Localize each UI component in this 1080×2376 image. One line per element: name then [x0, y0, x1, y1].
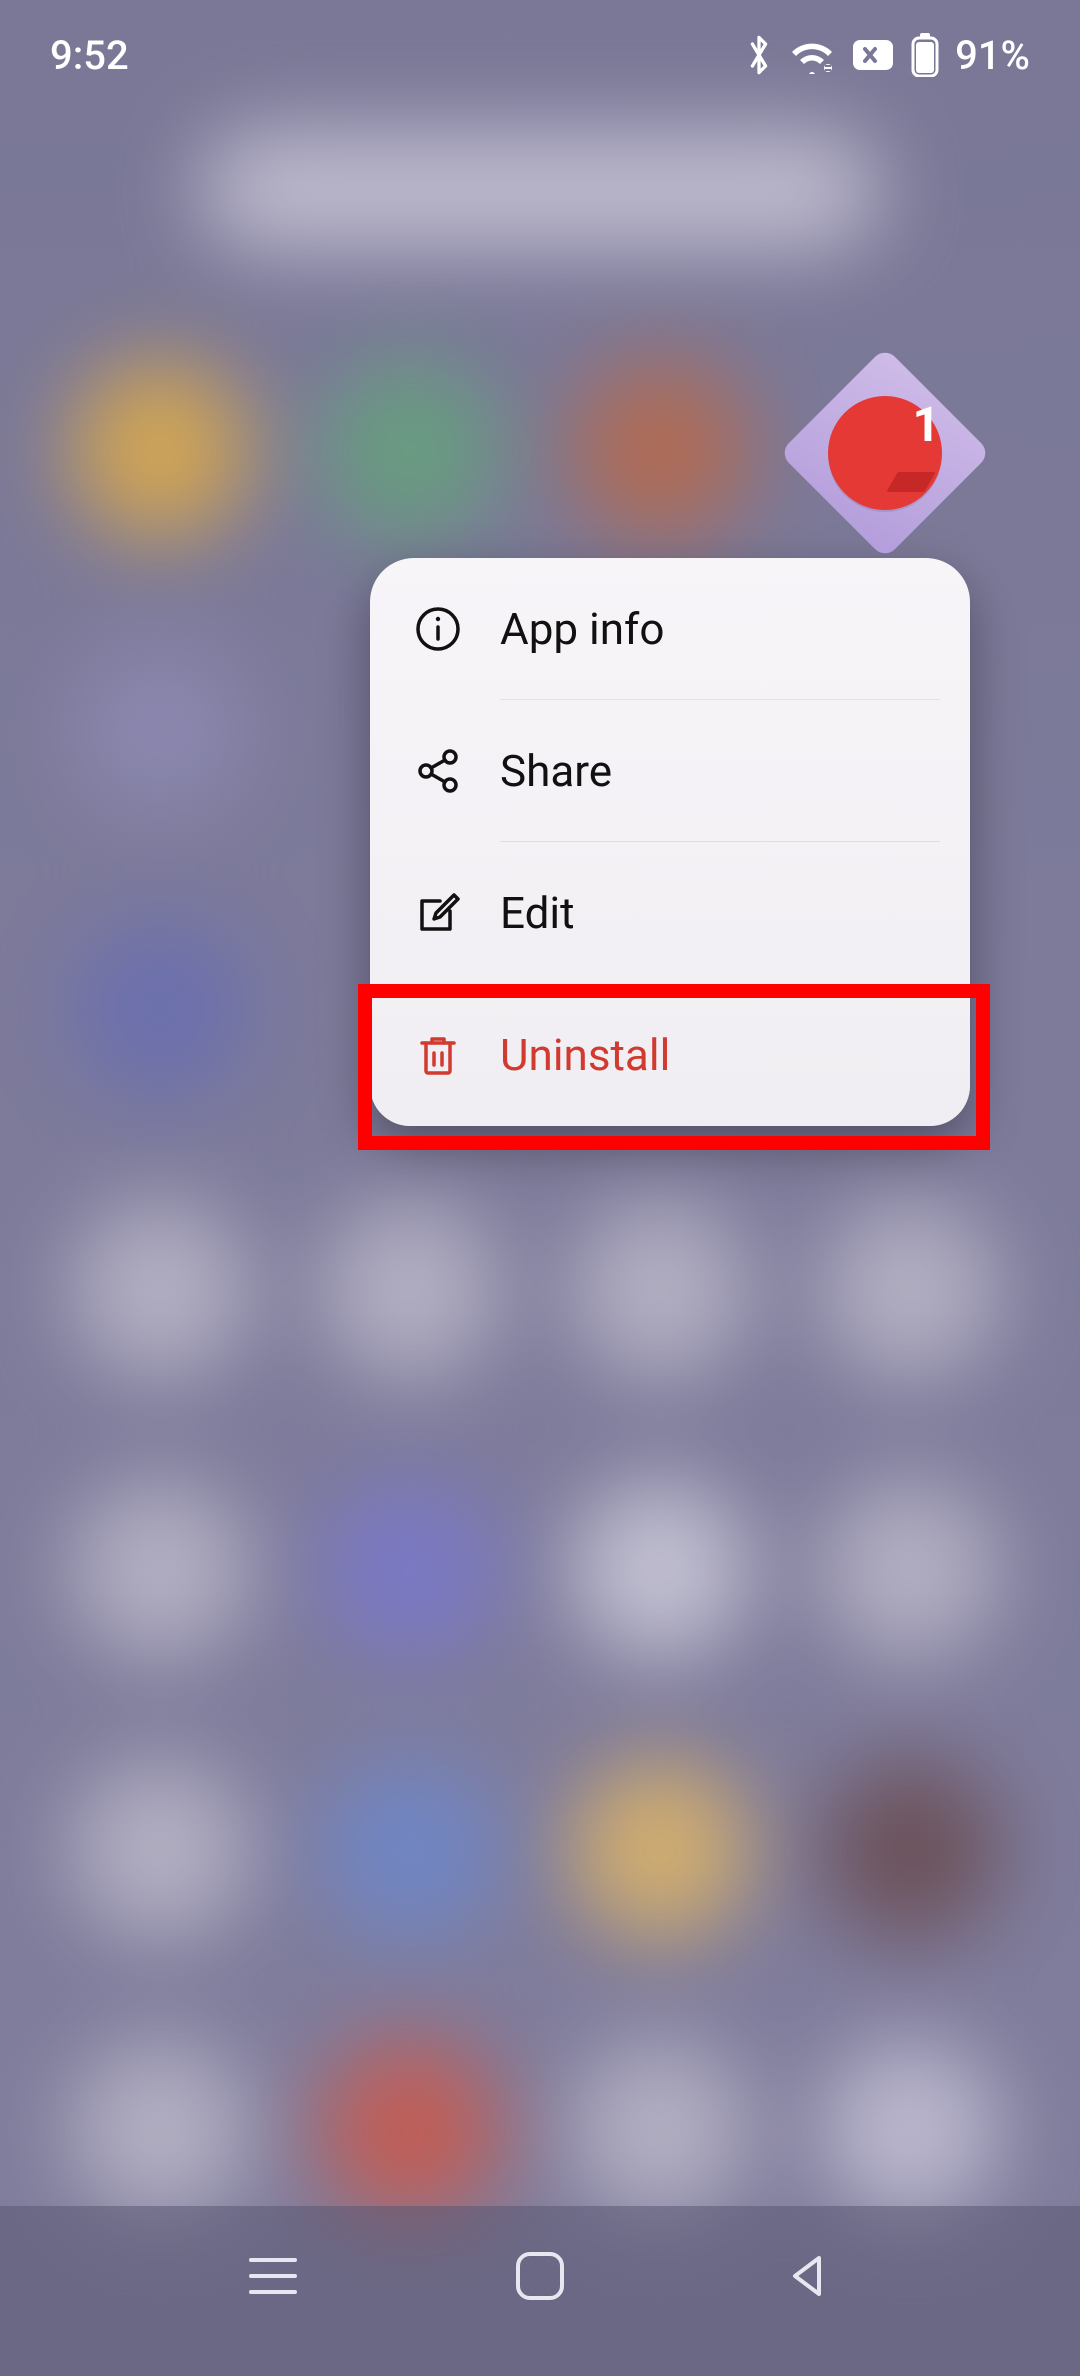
battery-percent: 91%	[955, 32, 1030, 79]
edit-icon	[410, 889, 466, 937]
no-sim-icon	[851, 38, 895, 72]
bluetooth-icon	[745, 33, 773, 77]
navigation-bar	[0, 2206, 1080, 2376]
battery-icon	[911, 33, 939, 77]
notification-badge: 1	[912, 396, 940, 453]
menu-item-label: Uninstall	[500, 1029, 670, 1081]
info-icon	[410, 605, 466, 653]
wifi-icon	[789, 36, 835, 74]
status-time: 9:52	[50, 32, 129, 79]
menu-item-uninstall[interactable]: Uninstall	[370, 984, 970, 1126]
blurred-apps-layer	[0, 0, 1080, 2376]
nav-home-button[interactable]	[480, 2216, 600, 2336]
menu-item-share[interactable]: Share	[370, 700, 970, 842]
status-bar: 9:52	[0, 0, 1080, 110]
trash-icon	[410, 1031, 466, 1079]
menu-item-label: Share	[500, 745, 612, 797]
menu-item-edit[interactable]: Edit	[370, 842, 970, 984]
longpressed-app-icon[interactable]: 1	[810, 378, 960, 528]
status-right: 91%	[745, 32, 1030, 79]
share-icon	[410, 747, 466, 795]
nav-recents-button[interactable]	[213, 2216, 333, 2336]
app-context-menu: App info Share Edit	[370, 558, 970, 1126]
menu-item-label: App info	[500, 603, 664, 655]
menu-item-app-info[interactable]: App info	[370, 558, 970, 700]
menu-item-label: Edit	[500, 887, 575, 939]
nav-back-button[interactable]	[747, 2216, 867, 2336]
